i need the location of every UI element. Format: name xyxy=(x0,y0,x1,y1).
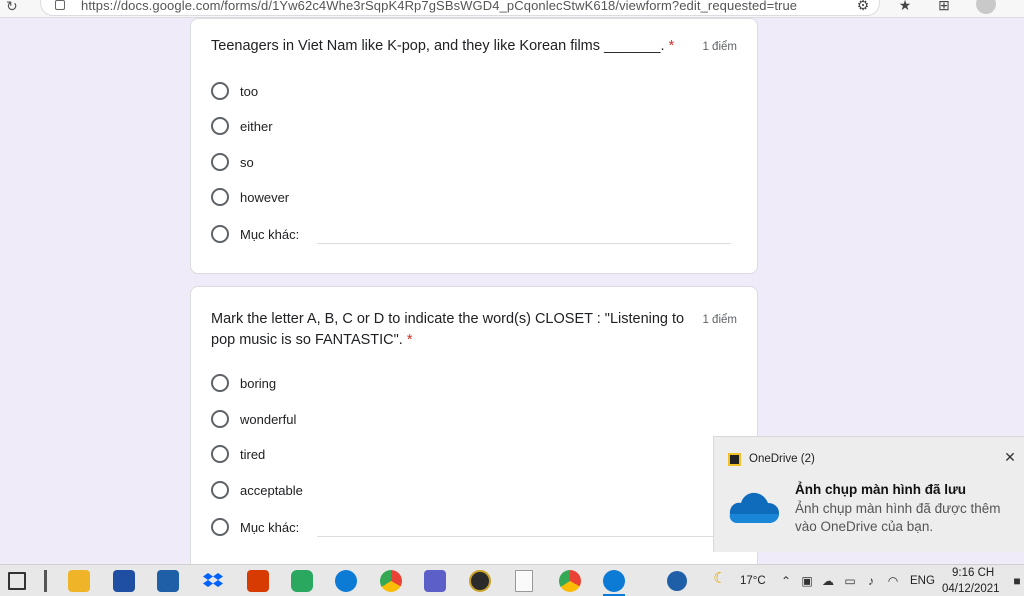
radio-button[interactable] xyxy=(211,82,229,100)
address-bar[interactable]: https://docs.google.com/forms/d/1Yw62c4W… xyxy=(40,0,880,16)
option-too[interactable]: too xyxy=(211,80,258,102)
mail-icon[interactable] xyxy=(157,570,179,592)
points-label: 1 điểm xyxy=(702,41,737,53)
option-label: so xyxy=(240,154,254,170)
radio-button[interactable] xyxy=(211,117,229,135)
notification-app-name: OneDrive (2) xyxy=(749,453,815,465)
language-indicator[interactable]: ENG xyxy=(910,575,935,587)
app-icon-dark[interactable] xyxy=(469,570,491,592)
clock-time[interactable]: 9:16 CH xyxy=(952,567,994,579)
notification-title: Ảnh chụp màn hình đã lưu xyxy=(795,482,967,497)
read-aloud-icon[interactable]: ⚙ xyxy=(854,0,872,14)
close-icon[interactable]: ✕ xyxy=(1002,449,1018,465)
radio-button[interactable] xyxy=(211,445,229,463)
onedrive-notification[interactable]: OneDrive (2) ✕ Ảnh chụp màn hình đã lưu … xyxy=(713,436,1024,552)
chrome-icon[interactable] xyxy=(380,570,402,592)
option-other-label: Mục khác: xyxy=(240,519,300,535)
dropbox-icon[interactable] xyxy=(202,570,224,592)
radio-button[interactable] xyxy=(211,374,229,392)
chrome-profile-icon[interactable] xyxy=(559,570,581,592)
chevron-up-icon[interactable]: ⌃ xyxy=(779,574,793,588)
option-tired[interactable]: tired xyxy=(211,443,265,465)
meet-now-icon[interactable]: ▣ xyxy=(800,574,814,588)
question-text: pop music is so FANTASTIC". xyxy=(211,332,403,348)
option-other[interactable]: Mục khác: xyxy=(211,223,299,245)
browser-toolbar: ↻ https://docs.google.com/forms/d/1Yw62c… xyxy=(0,0,1024,18)
notepad-icon[interactable] xyxy=(515,570,533,592)
teams-icon[interactable] xyxy=(424,570,446,592)
app-icon-green[interactable] xyxy=(291,570,313,592)
file-explorer-icon[interactable] xyxy=(68,570,90,592)
option-however[interactable]: however xyxy=(211,186,289,208)
question-title: Teenagers in Viet Nam like K-pop, and th… xyxy=(211,36,681,57)
radio-button[interactable] xyxy=(211,518,229,536)
option-label: either xyxy=(240,118,273,134)
required-mark: * xyxy=(668,38,675,54)
edge-icon[interactable] xyxy=(335,570,357,592)
taskbar-divider xyxy=(44,570,47,592)
microsoft-store-icon[interactable] xyxy=(113,570,135,592)
option-so[interactable]: so xyxy=(211,151,254,173)
option-either[interactable]: either xyxy=(211,115,273,137)
radio-button[interactable] xyxy=(211,188,229,206)
weather-temp[interactable]: 17°C xyxy=(740,575,766,587)
option-label: tired xyxy=(240,446,266,462)
onedrive-tray-icon[interactable]: ☁ xyxy=(821,574,835,588)
volume-icon[interactable]: ♪ xyxy=(864,574,878,588)
option-other-label: Mục khác: xyxy=(240,226,300,242)
option-acceptable[interactable]: acceptable xyxy=(211,479,303,501)
office-icon[interactable] xyxy=(247,570,269,592)
wifi-icon[interactable]: ◠ xyxy=(886,574,900,588)
notification-body: Ảnh chụp màn hình đã được thêm vào OneDr… xyxy=(795,501,1001,534)
option-boring[interactable]: boring xyxy=(211,372,276,394)
url-text: https://docs.google.com/forms/d/1Yw62c4W… xyxy=(81,0,798,13)
help-icon[interactable] xyxy=(667,571,687,591)
windows-taskbar: ☾ 17°C ⌃ ▣ ☁ ▭ ♪ ◠ ENG 9:16 CH 04/12/202… xyxy=(0,564,1024,596)
radio-button[interactable] xyxy=(211,410,229,428)
notification-center-icon[interactable]: ■ xyxy=(1011,574,1023,588)
onedrive-app-icon xyxy=(728,453,741,466)
site-info-icon[interactable] xyxy=(55,0,65,10)
question-card-2: Mark the letter A, B, C or D to indicate… xyxy=(190,286,758,586)
cloud-icon xyxy=(729,492,779,523)
points-label: 1 điểm xyxy=(702,314,737,326)
option-label: too xyxy=(240,83,259,99)
question-text-line2: pop music is so FANTASTIC". * xyxy=(211,330,691,351)
question-title: Mark the letter A, B, C or D to indicate… xyxy=(211,309,691,351)
required-mark: * xyxy=(406,332,413,348)
reload-icon[interactable]: ↻ xyxy=(6,0,22,14)
favorites-icon[interactable]: ★ xyxy=(896,0,914,14)
other-text-input[interactable] xyxy=(317,536,731,537)
question-text: Teenagers in Viet Nam like K-pop, and th… xyxy=(211,38,665,54)
battery-icon[interactable]: ▭ xyxy=(843,574,857,588)
collections-icon[interactable]: ⊞ xyxy=(935,0,953,14)
profile-avatar[interactable] xyxy=(976,0,996,14)
moon-icon: ☾ xyxy=(713,570,727,587)
question-card-1: Teenagers in Viet Nam like K-pop, and th… xyxy=(190,18,758,274)
question-text-line1: Mark the letter A, B, C or D to indicate… xyxy=(211,311,685,327)
option-other[interactable]: Mục khác: xyxy=(211,516,299,538)
other-text-input[interactable] xyxy=(317,243,731,244)
option-label: acceptable xyxy=(240,482,303,498)
task-view-icon[interactable] xyxy=(8,572,26,590)
edge-active-icon[interactable] xyxy=(603,570,625,592)
clock-date[interactable]: 04/12/2021 xyxy=(942,583,1000,595)
radio-button[interactable] xyxy=(211,153,229,171)
radio-button[interactable] xyxy=(211,225,229,243)
option-label: boring xyxy=(240,375,277,391)
option-label: wonderful xyxy=(240,411,297,427)
option-wonderful[interactable]: wonderful xyxy=(211,408,296,430)
option-label: however xyxy=(240,189,290,205)
radio-button[interactable] xyxy=(211,481,229,499)
